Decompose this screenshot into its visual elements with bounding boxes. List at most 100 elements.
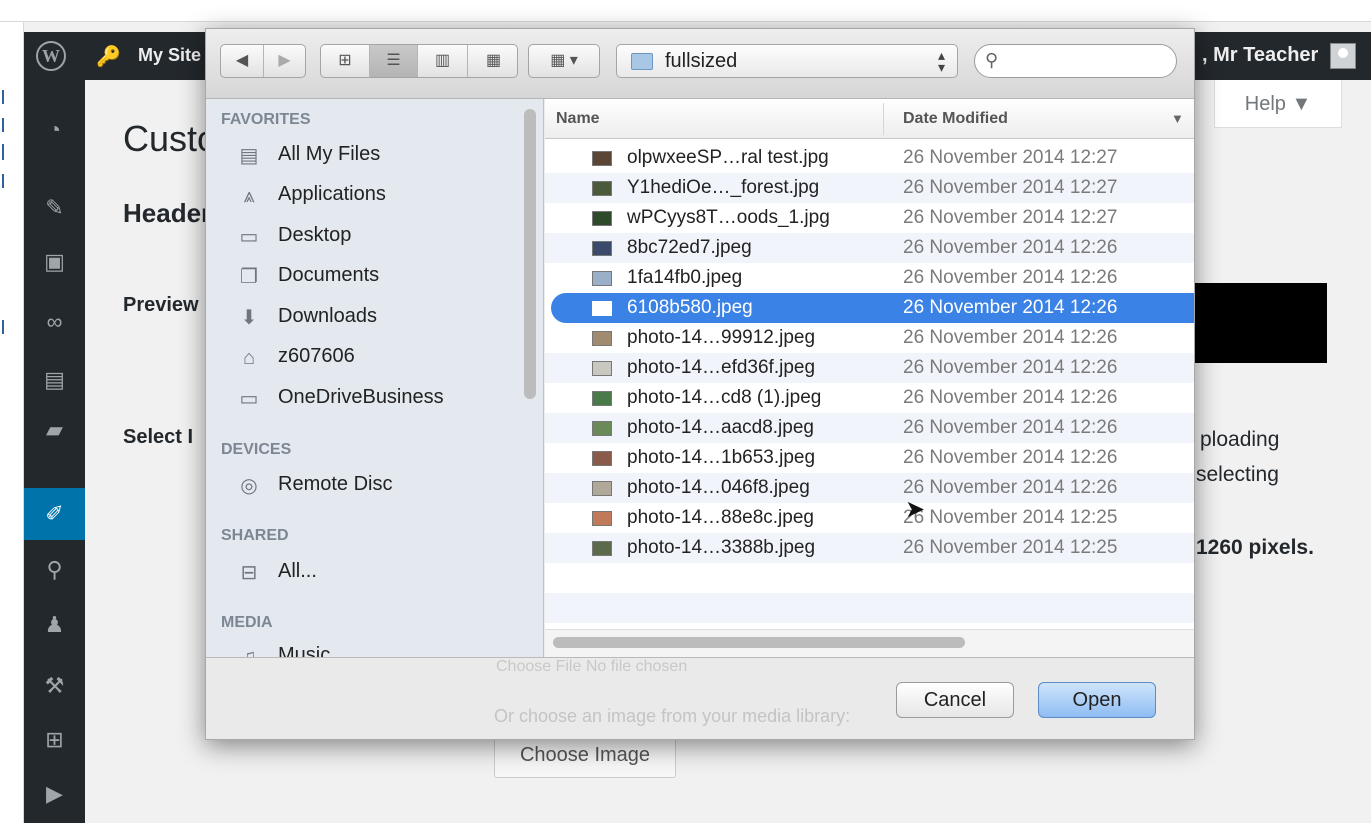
- file-name: 1fa14fb0.jpeg: [627, 267, 743, 288]
- forward-button[interactable]: ▶: [263, 45, 305, 77]
- open-button[interactable]: Open: [1038, 682, 1156, 718]
- file-name: wPCyys8T…oods_1.jpg: [627, 207, 830, 228]
- horizontal-scrollbar[interactable]: [553, 637, 965, 648]
- sidebar-item-label: Downloads: [278, 305, 377, 327]
- sidebar-item-all-shared[interactable]: ⊟ All...: [236, 558, 526, 590]
- header-preview-image: [1194, 283, 1327, 363]
- file-row[interactable]: 8bc72ed7.jpeg 26 November 2014 12:26: [545, 233, 1194, 263]
- sidebar-item-documents[interactable]: ❐ Documents: [236, 262, 526, 294]
- file-name: photo-14…046f8.jpeg: [627, 477, 810, 498]
- wordpress-logo-icon[interactable]: W: [36, 41, 66, 71]
- file-open-dialog: ◀ ▶ ⊞ ☰ ▥ ▦ ▦ ▾ fullsized ▴▾ ⚲ FAVORITE: [205, 28, 1195, 740]
- image-file-icon: [592, 331, 612, 346]
- file-name: photo-14…cd8 (1).jpeg: [627, 387, 822, 408]
- file-row[interactable]: olpwxeeSP…ral test.jpg 26 November 2014 …: [545, 143, 1194, 173]
- sidebar-scrollbar[interactable]: [524, 109, 536, 399]
- file-date: 26 November 2014 12:27: [903, 177, 1118, 198]
- sidebar-item-label: Documents: [278, 264, 380, 286]
- users-icon[interactable]: ♟: [24, 605, 85, 645]
- back-button[interactable]: ◀: [221, 45, 263, 77]
- mouse-cursor-icon: ➤: [905, 496, 926, 523]
- play-icon[interactable]: ▶: [24, 774, 85, 814]
- icon-view-icon[interactable]: ⊞: [321, 45, 369, 77]
- help-button[interactable]: Help ▼: [1214, 80, 1342, 128]
- hint-text-line3: 1260 pixels.: [1196, 536, 1314, 559]
- file-date: 26 November 2014 12:26: [903, 477, 1118, 498]
- file-row[interactable]: photo-14…1b653.jpeg 26 November 2014 12:…: [545, 443, 1194, 473]
- desktop-icon: ▭: [239, 226, 259, 248]
- cancel-button[interactable]: Cancel: [896, 682, 1014, 718]
- image-file-icon: [592, 391, 612, 406]
- file-date: 26 November 2014 12:26: [903, 327, 1118, 348]
- settings-icon[interactable]: ⊞: [24, 720, 85, 760]
- file-date: 26 November 2014 12:26: [903, 267, 1118, 288]
- path-popup[interactable]: fullsized ▴ ▾: [616, 44, 958, 78]
- media-icon[interactable]: ▣: [24, 242, 85, 282]
- pages-icon[interactable]: ▤: [24, 360, 85, 400]
- date-column-header[interactable]: Date Modified: [903, 110, 1008, 128]
- sidebar-item-label: Applications: [278, 183, 386, 205]
- dashboard-icon[interactable]: ◔: [24, 110, 85, 150]
- file-date: 26 November 2014 12:26: [903, 417, 1118, 438]
- plugins-icon[interactable]: ⚲: [24, 550, 85, 590]
- sidebar-item-music[interactable]: ♫ Music: [236, 642, 526, 657]
- file-date: 26 November 2014 12:26: [903, 297, 1118, 318]
- file-row[interactable]: wPCyys8T…oods_1.jpg 26 November 2014 12:…: [545, 203, 1194, 233]
- file-row-selected[interactable]: 6108b580.jpeg 26 November 2014 12:26: [551, 293, 1194, 323]
- image-file-icon: [592, 271, 612, 286]
- file-row[interactable]: 1fa14fb0.jpeg 26 November 2014 12:26: [545, 263, 1194, 293]
- list-view-icon[interactable]: ☰: [369, 45, 417, 77]
- site-name-link[interactable]: My Site: [138, 45, 201, 66]
- hint-text-line2: selecting: [1196, 463, 1279, 486]
- file-row[interactable]: photo-14…aacd8.jpeg 26 November 2014 12:…: [545, 413, 1194, 443]
- name-column-header[interactable]: Name: [556, 110, 600, 128]
- file-row[interactable]: photo-14…3388b.jpeg 26 November 2014 12:…: [545, 533, 1194, 563]
- file-row[interactable]: photo-14…99912.jpeg 26 November 2014 12:…: [545, 323, 1194, 353]
- column-view-icon[interactable]: ▥: [417, 45, 467, 77]
- all-files-icon: ▤: [239, 145, 259, 167]
- appearance-icon[interactable]: ✐: [24, 488, 85, 540]
- sidebar-item-remote-disc[interactable]: ◎ Remote Disc: [236, 471, 526, 503]
- arrange-menu-button[interactable]: ▦ ▾: [528, 44, 600, 78]
- sidebar-item-label: OneDriveBusiness: [278, 386, 444, 408]
- sidebar-item-label: z607606: [278, 345, 355, 367]
- image-file-icon: [592, 511, 612, 526]
- file-date: 26 November 2014 12:25: [903, 537, 1118, 558]
- outer-window-top: [0, 0, 1371, 22]
- file-name: 6108b580.jpeg: [627, 297, 753, 318]
- file-row[interactable]: photo-14…88e8c.jpeg 26 November 2014 12:…: [545, 503, 1194, 533]
- file-date: 26 November 2014 12:27: [903, 147, 1118, 168]
- pin-icon[interactable]: ✎: [24, 188, 85, 228]
- sidebar-item-onedrivebusiness[interactable]: ▭ OneDriveBusiness: [236, 384, 526, 416]
- background-media-library-text: Or choose an image from your media libra…: [494, 706, 851, 726]
- popup-arrows-icon: ▴ ▾: [937, 47, 945, 75]
- comments-icon[interactable]: ▰: [24, 410, 85, 450]
- file-list: Name Date Modified ▼ olpwxeeSP…ral test.…: [545, 99, 1194, 657]
- file-row[interactable]: photo-14…046f8.jpeg 26 November 2014 12:…: [545, 473, 1194, 503]
- screen: W 🔑 My Site , Mr Teacher ◔ ✎ ▣ ∞ ▤ ▰ ✐ ⚲…: [0, 0, 1371, 823]
- tools-icon[interactable]: ⚒: [24, 666, 85, 706]
- sidebar-item-desktop[interactable]: ▭ Desktop: [236, 222, 526, 254]
- coverflow-view-icon[interactable]: ▦: [467, 45, 517, 77]
- applications-icon: ⩓: [243, 185, 255, 207]
- image-file-icon: [592, 451, 612, 466]
- sidebar-item-home[interactable]: ⌂ z607606: [236, 343, 526, 375]
- sort-descending-icon[interactable]: ▼: [1171, 111, 1184, 126]
- favorites-heading: FAVORITES: [221, 111, 311, 128]
- file-row[interactable]: photo-14…cd8 (1).jpeg 26 November 2014 1…: [545, 383, 1194, 413]
- column-divider[interactable]: [883, 103, 884, 135]
- link-icon[interactable]: ∞: [24, 302, 85, 342]
- sidebar-item-downloads[interactable]: ⬇ Downloads: [236, 303, 526, 335]
- search-input[interactable]: ⚲: [974, 44, 1177, 78]
- sidebar-item-all-my-files[interactable]: ▤ All My Files: [236, 141, 526, 173]
- empty-row: [545, 593, 1194, 623]
- dialog-toolbar: ◀ ▶ ⊞ ☰ ▥ ▦ ▦ ▾ fullsized ▴ ▾ ⚲: [206, 29, 1194, 99]
- image-file-icon: [592, 181, 612, 196]
- file-row[interactable]: Y1hediOe…_forest.jpg 26 November 2014 12…: [545, 173, 1194, 203]
- account-link[interactable]: , Mr Teacher: [1202, 44, 1318, 67]
- file-row[interactable]: photo-14…efd36f.jpeg 26 November 2014 12…: [545, 353, 1194, 383]
- sidebar-item-applications[interactable]: ⩓ Applications: [236, 181, 526, 213]
- current-folder-label: fullsized: [665, 50, 738, 72]
- avatar[interactable]: [1330, 43, 1356, 69]
- empty-row: [545, 563, 1194, 593]
